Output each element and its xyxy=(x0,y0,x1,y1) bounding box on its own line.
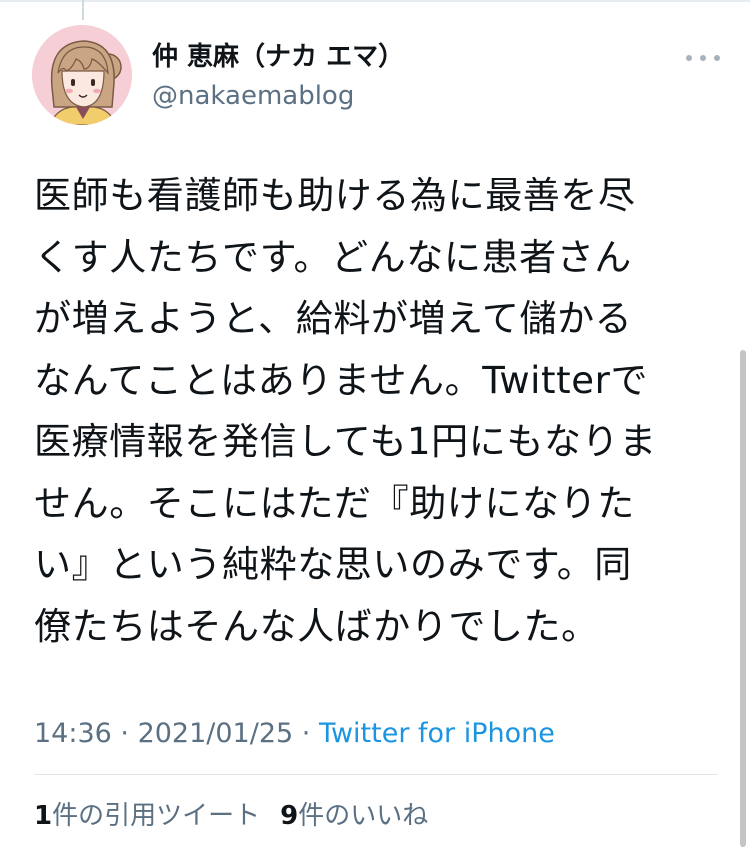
tweet-text-line: 僚たちはそんな人ばかりでした。 xyxy=(34,604,599,648)
tweet-text-line: い』という純粋な思いのみです。同 xyxy=(34,543,632,586)
top-separator xyxy=(0,0,750,2)
tweet-text-line: 医療情報を発信しても1円にもなりま xyxy=(34,420,657,463)
tweet-text-line: くす人たちです。どんなに患者さん xyxy=(34,235,632,279)
tweet-text-line: なんてことはありません。Twitterで xyxy=(34,358,649,402)
tweet-time[interactable]: 14:36 xyxy=(34,718,112,749)
thread-connector-line xyxy=(82,0,84,20)
more-dots-icon xyxy=(714,55,720,61)
like-label: 件のいいね xyxy=(298,801,429,831)
user-handle[interactable]: @nakaemablog xyxy=(152,79,404,113)
like-count: 9 xyxy=(280,801,299,831)
more-options-button[interactable] xyxy=(686,50,720,66)
avatar[interactable] xyxy=(32,25,132,125)
scrollbar[interactable] xyxy=(740,350,746,847)
meta-separator: · xyxy=(293,718,319,749)
tweet-date[interactable]: 2021/01/25 xyxy=(138,718,294,749)
quote-label: 件の引用ツイート xyxy=(52,801,261,831)
quote-tweets-stat[interactable]: 1件の引用ツイート xyxy=(34,801,260,831)
likes-stat[interactable]: 9件のいいね xyxy=(280,801,428,831)
display-name[interactable]: 仲 恵麻（ナカ エマ） xyxy=(152,40,404,74)
meta-separator: · xyxy=(111,718,138,749)
quote-count: 1 xyxy=(34,801,53,831)
tweet-text-line: せん。そこにはただ『助けになりた xyxy=(34,481,635,525)
user-info: 仲 恵麻（ナカ エマ） @nakaemablog xyxy=(152,40,404,113)
more-dots-icon xyxy=(686,55,692,61)
tweet-text: 医師も看護師も助ける為に最善を尽 くす人たちです。どんなに患者さん が増えようと… xyxy=(34,165,724,657)
tweet-source-link[interactable]: Twitter for iPhone xyxy=(319,718,555,749)
tweet-metadata: 14:36 · 2021/01/25 · Twitter for iPhone xyxy=(34,716,555,752)
tweet-text-line: が増えようと、給料が増えて儲かる xyxy=(34,297,633,340)
tweet-stats: 1件の引用ツイート 9件のいいね xyxy=(34,799,428,833)
tweet-text-line: 医師も看護師も助ける為に最善を尽 xyxy=(34,174,636,217)
divider xyxy=(34,774,718,775)
more-dots-icon xyxy=(700,55,706,61)
illustrated-girl-avatar-icon xyxy=(32,25,132,125)
